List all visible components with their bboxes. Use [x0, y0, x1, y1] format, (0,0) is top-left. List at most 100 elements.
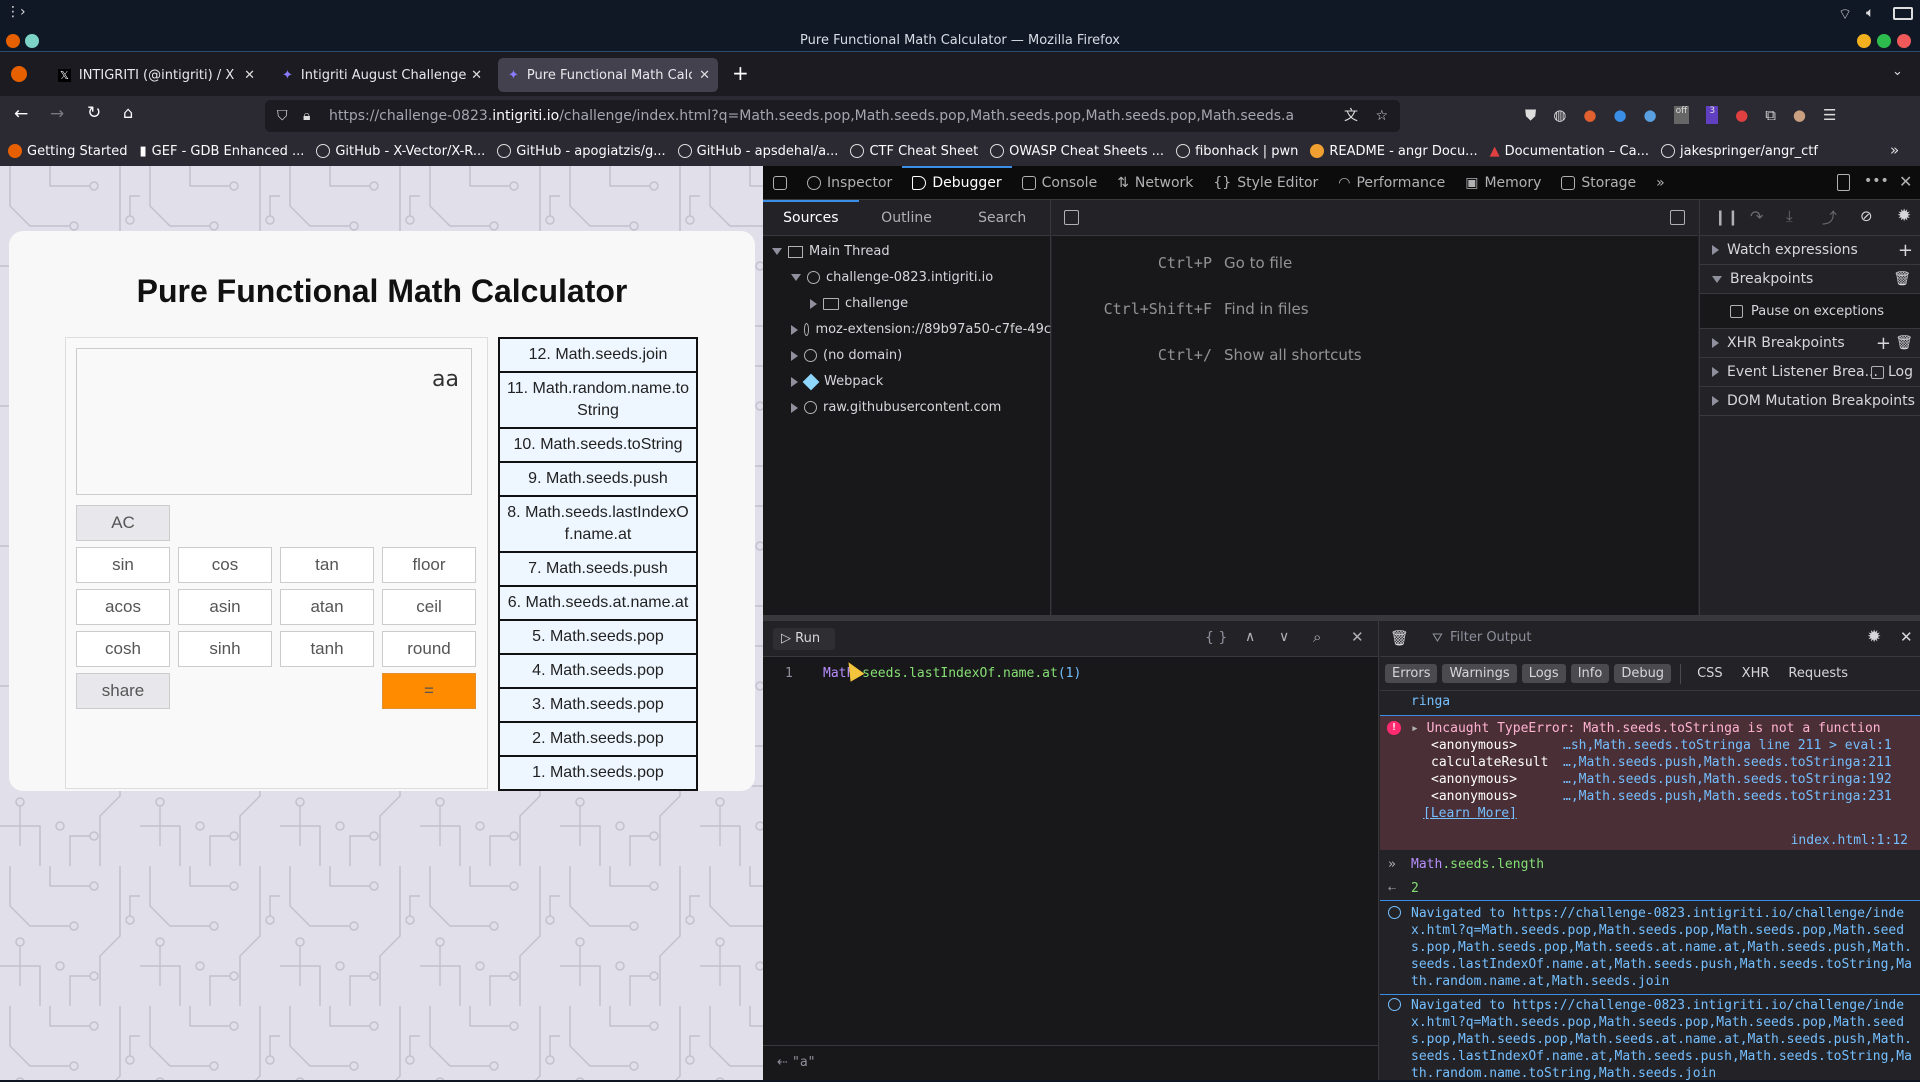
toggle-sidebar-icon[interactable]: [1670, 210, 1685, 225]
xhr-breakpoints-header[interactable]: XHR Breakpoints + 🗑︎: [1700, 329, 1920, 358]
cosh-button[interactable]: cosh: [76, 631, 170, 667]
element-picker-icon[interactable]: [763, 166, 797, 200]
tab-console[interactable]: Console: [1012, 166, 1108, 200]
breakpoints-header[interactable]: Breakpoints 🗑︎: [1700, 265, 1920, 294]
firefox-view-icon[interactable]: [11, 66, 27, 82]
frame-location[interactable]: …,Math.seeds.push,Math.seeds.toStringa:1…: [1563, 771, 1892, 788]
deactivate-breakpoints-icon[interactable]: ⊘: [1860, 207, 1873, 225]
tan-button[interactable]: tan: [280, 547, 374, 583]
dock-options-icon[interactable]: [1837, 174, 1850, 191]
tab-search[interactable]: Search: [954, 200, 1050, 235]
settings-gear-icon[interactable]: ✹: [1897, 206, 1911, 226]
battery-icon[interactable]: [1893, 7, 1913, 20]
extension-off-badge[interactable]: off: [1673, 106, 1690, 124]
tree-host[interactable]: challenge-0823.intigriti.io: [791, 270, 993, 285]
more-bookmarks-icon[interactable]: »: [1890, 141, 1899, 159]
more-tools-icon[interactable]: »: [1646, 166, 1675, 200]
equals-button[interactable]: =: [382, 673, 476, 709]
previous-expression-icon[interactable]: ∧: [1245, 629, 1255, 645]
add-xhr-icon[interactable]: +: [1876, 333, 1891, 354]
bookmark-star-icon[interactable]: ☆: [1375, 100, 1388, 132]
stack-frame[interactable]: calculateResult …,Math.seeds.push,Math.se…: [1411, 754, 1914, 771]
pause-icon[interactable]: ❙❙: [1714, 208, 1739, 226]
url-bar[interactable]: ⛉ 🔒︎ https://challenge-0823.intigriti.io…: [265, 100, 1400, 132]
tab-debugger[interactable]: Debugger: [902, 165, 1012, 200]
ceil-button[interactable]: ceil: [382, 589, 476, 625]
tree-main-thread[interactable]: Main Thread: [772, 244, 890, 259]
next-expression-icon[interactable]: ∨: [1279, 629, 1289, 645]
list-all-tabs-icon[interactable]: ⌄: [1892, 64, 1903, 79]
bookmark-item[interactable]: GitHub - apogiatzis/g...: [497, 144, 666, 159]
expand-icon[interactable]: ▸: [1411, 721, 1427, 736]
bookmark-item[interactable]: CTF Cheat Sheet: [850, 144, 978, 159]
bookmark-item[interactable]: ▲ Documentation – Ca...: [1490, 144, 1649, 159]
filter-output-input[interactable]: Filter Output: [1450, 630, 1532, 645]
tree-no-domain[interactable]: (no domain): [791, 348, 902, 363]
minimize-button[interactable]: [1857, 34, 1871, 48]
wifi-icon[interactable]: ⌔: [1838, 5, 1852, 24]
frame-location[interactable]: …,Math.seeds.push,Math.seeds.toStringa:2…: [1563, 788, 1892, 805]
floor-button[interactable]: floor: [382, 547, 476, 583]
close-devtools-icon[interactable]: ✕: [1899, 172, 1912, 191]
pretty-print-icon[interactable]: { }: [1205, 630, 1227, 646]
navigation-text[interactable]: Navigated to https://challenge-0823.inti…: [1411, 998, 1912, 1081]
frame-location[interactable]: …,Math.seeds.push,Math.seeds.toStringa:2…: [1563, 754, 1892, 771]
extension-icon[interactable]: ●: [1583, 106, 1596, 124]
more-options-icon[interactable]: •••: [1864, 173, 1889, 189]
home-button[interactable]: ⌂: [123, 103, 133, 122]
bookmark-item[interactable]: GitHub - apsdehal/a...: [677, 144, 838, 159]
asin-button[interactable]: asin: [178, 589, 272, 625]
tracking-protection-icon[interactable]: ⛉: [277, 100, 288, 132]
bookmark-item[interactable]: fibonhack | pwn: [1176, 144, 1298, 159]
error-source-link[interactable]: index.html:1:12: [1411, 832, 1914, 849]
toggle-sources-icon[interactable]: [1064, 210, 1079, 225]
cookie-extension-icon[interactable]: ◍: [1553, 106, 1566, 124]
history-search-icon[interactable]: ⌕: [1313, 628, 1321, 646]
navigation-text[interactable]: Navigated to https://challenge-0823.inti…: [1411, 906, 1912, 989]
checkbox[interactable]: [1730, 304, 1743, 318]
extension-icon[interactable]: ●: [1735, 106, 1748, 124]
lock-icon[interactable]: 🔒︎: [303, 100, 310, 132]
bookmark-item[interactable]: ▮ GEF - GDB Enhanced ...: [140, 144, 305, 159]
tree-webpack[interactable]: Webpack: [791, 373, 883, 390]
tab-intigriti-august[interactable]: ✦ Intigriti August Challenge ✕: [272, 58, 490, 92]
add-watch-icon[interactable]: +: [1898, 240, 1913, 261]
tab-math-calculator[interactable]: ✦ Pure Functional Math Calc ✕: [498, 58, 718, 92]
translate-icon[interactable]: ⽂: [1338, 100, 1358, 132]
close-tab-icon[interactable]: ✕: [699, 68, 710, 83]
run-button[interactable]: ▷ Run: [773, 628, 835, 650]
activities-icon[interactable]: ⋮›: [6, 4, 26, 20]
tree-raw-github[interactable]: raw.githubusercontent.com: [791, 400, 1001, 415]
atan-button[interactable]: atan: [280, 589, 374, 625]
hamburger-menu-icon[interactable]: ☰: [1823, 106, 1836, 124]
sinh-button[interactable]: sinh: [178, 631, 272, 667]
share-button[interactable]: share: [76, 673, 170, 709]
filter-errors[interactable]: Errors: [1385, 664, 1438, 683]
tab-inspector[interactable]: Inspector: [797, 166, 902, 200]
reload-button[interactable]: ↻: [87, 103, 101, 123]
filter-css[interactable]: CSS: [1690, 664, 1730, 683]
new-tab-button[interactable]: +: [732, 61, 749, 85]
step-in-icon[interactable]: ⤓: [1786, 207, 1793, 225]
log-checkbox[interactable]: [1870, 365, 1884, 379]
pocket-icon[interactable]: ⛊: [1525, 106, 1536, 124]
sin-button[interactable]: sin: [76, 547, 170, 583]
extension-icon[interactable]: ●: [1644, 106, 1657, 124]
round-button[interactable]: round: [382, 631, 476, 667]
event-listener-breakpoints-header[interactable]: Event Listener Brea... Log: [1700, 358, 1920, 387]
extensions-puzzle-icon[interactable]: ⧉: [1765, 106, 1776, 124]
acos-button[interactable]: acos: [76, 589, 170, 625]
bookmark-item[interactable]: jakespringer/angr_ctf: [1661, 144, 1818, 159]
console-settings-icon[interactable]: ✹: [1867, 627, 1881, 647]
tree-folder-challenge[interactable]: challenge: [810, 296, 908, 311]
pause-on-exceptions[interactable]: Pause on exceptions: [1700, 294, 1920, 329]
dom-mutation-breakpoints-header[interactable]: DOM Mutation Breakpoints: [1700, 387, 1920, 416]
close-tab-icon[interactable]: ✕: [471, 68, 482, 83]
learn-more-link[interactable]: [Learn More]: [1423, 806, 1517, 821]
close-window-button[interactable]: [1897, 34, 1911, 48]
stack-frame[interactable]: <anonymous> …,Math.seeds.push,Math.seeds.…: [1411, 788, 1914, 805]
tab-style-editor[interactable]: {} Style Editor: [1203, 166, 1328, 200]
account-avatar-icon[interactable]: ●: [1793, 106, 1806, 124]
filter-requests[interactable]: Requests: [1781, 664, 1855, 683]
cos-button[interactable]: cos: [178, 547, 272, 583]
